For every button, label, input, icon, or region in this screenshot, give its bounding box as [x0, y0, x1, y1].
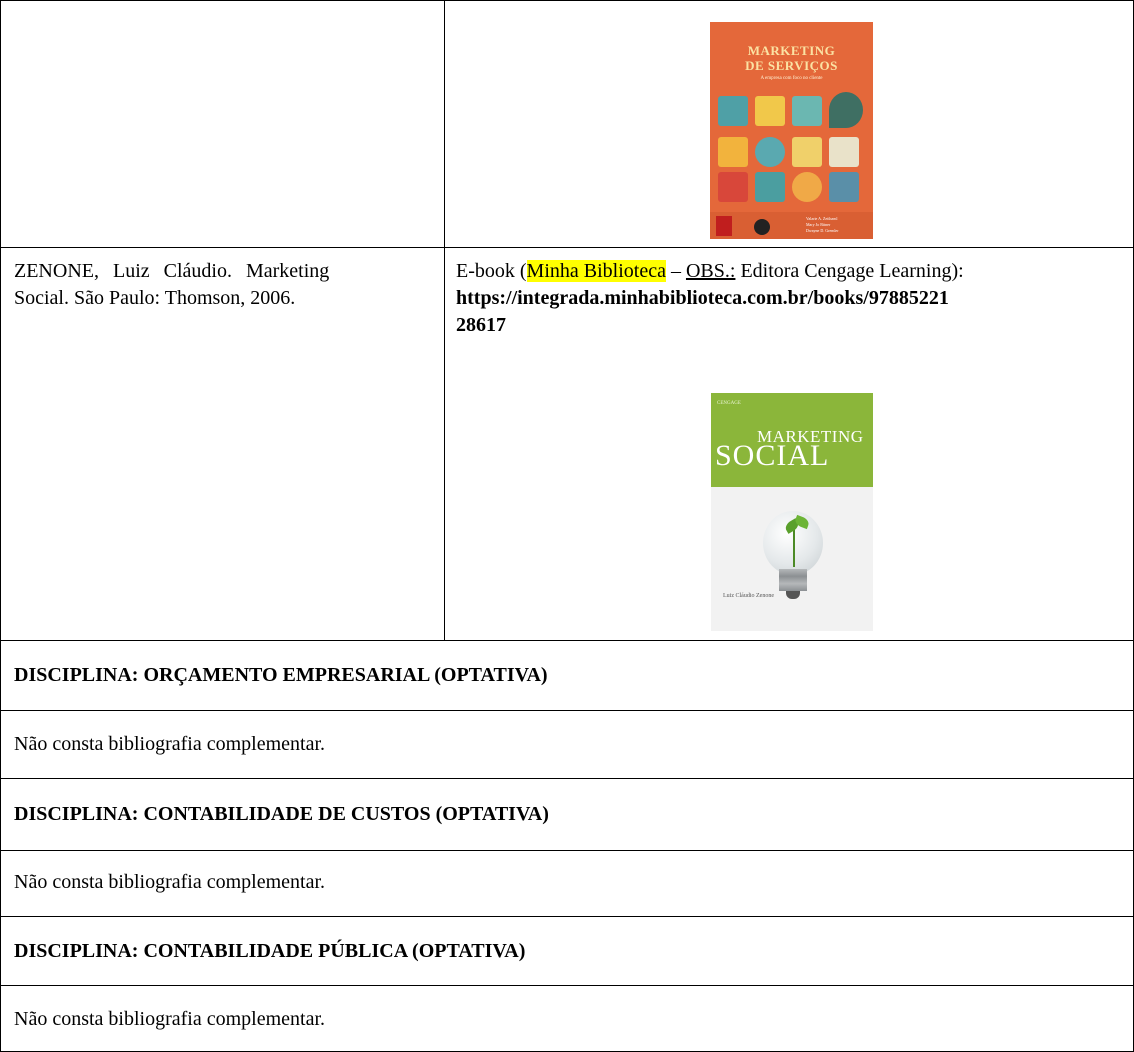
table-border-left: [0, 0, 1, 1052]
bulb-base-icon: [779, 569, 807, 591]
cover-tile-icon: [755, 96, 785, 126]
reference-line2: Social. São Paulo: Thomson, 2006.: [14, 287, 296, 309]
row-rule: [0, 710, 1134, 711]
bibliography-table: MARKETING DE SERVIÇOS A empresa com foco…: [0, 0, 1134, 1052]
cover-author: Dwayne D. Gremler: [806, 228, 839, 233]
row-rule: [0, 247, 1134, 248]
reference-line1: ZENONE, Luiz Cláudio. Marketing: [14, 258, 434, 285]
ebook-prefix: E-book (: [456, 260, 527, 282]
cover-subtitle: A empresa com foco no cliente: [760, 76, 823, 81]
cover-tile-icon: [792, 137, 822, 167]
cover-tile-icon: [755, 137, 785, 167]
section-body-publica: Não consta bibliografia complementar.: [14, 1008, 326, 1030]
cover-tile-icon: [829, 137, 859, 167]
bulb-tip-icon: [786, 591, 800, 599]
cover-publisher: CENGAGE: [717, 401, 741, 406]
cover-author: Luiz Cláudio Zenone: [723, 593, 774, 599]
row-rule: [0, 778, 1134, 779]
ebook-publisher: Editora Cengage Learning):: [735, 260, 964, 282]
row-rule: [0, 0, 1134, 1]
section-heading-publica: DISCIPLINA: CONTABILIDADE PÚBLICA (OPTAT…: [14, 940, 526, 962]
plant-stem-icon: [793, 527, 795, 567]
cover-title-line1: MARKETING: [747, 43, 836, 58]
column-divider: [444, 0, 445, 640]
cover-tile-icon: [829, 92, 863, 128]
cover-tile-icon: [718, 96, 748, 126]
row-rule: [0, 985, 1134, 986]
section-heading-orcamento: DISCIPLINA: ORÇAMENTO EMPRESARIAL (OPTAT…: [14, 664, 548, 686]
section-body-orcamento: Não consta bibliografia complementar.: [14, 733, 326, 755]
row-rule: [0, 850, 1134, 851]
cover-tile-icon: [718, 137, 748, 167]
ebook-url-line1[interactable]: https://integrada.minhabiblioteca.com.br…: [456, 285, 1126, 312]
ebook-dash: –: [665, 260, 686, 282]
edition-seal-icon: [754, 219, 770, 235]
cover-title-line2: SOCIAL: [715, 439, 830, 472]
book-cover-marketing-social: CENGAGE MARKETING SOCIAL Luiz Cláudio Ze…: [711, 393, 873, 631]
book-cover-marketing-servicos: MARKETING DE SERVIÇOS A empresa com foco…: [710, 22, 873, 239]
publisher-logo-icon: [716, 216, 732, 236]
row-rule: [0, 916, 1134, 917]
cover-tile-icon: [792, 96, 822, 126]
cover-tile-icon: [755, 172, 785, 202]
cover-title-line2: DE SERVIÇOS: [745, 58, 838, 73]
cover-tile-icon: [792, 172, 822, 202]
library-name-highlight: Minha Biblioteca: [526, 260, 666, 282]
cover-tile-icon: [718, 172, 748, 202]
ebook-url-line2[interactable]: 28617: [456, 312, 1126, 339]
section-heading-custos: DISCIPLINA: CONTABILIDADE DE CUSTOS (OPT…: [14, 803, 549, 825]
row-rule: [0, 640, 1134, 641]
reference-left-cell: ZENONE, Luiz Cláudio. Marketing Social. …: [14, 258, 434, 312]
reference-text-1: ZENONE, Luiz Cláudio. Marketing: [14, 260, 330, 282]
cover-authors: Valarie A. Zeithaml Mary Jo Bitner Dwayn…: [806, 216, 839, 234]
cover-footer: [710, 212, 873, 239]
ebook-right-cell: E-book (Minha Biblioteca – OBS.: Editora…: [456, 258, 1126, 339]
cover-tile-icon: [829, 172, 859, 202]
obs-label: OBS.:: [685, 260, 736, 282]
ebook-line: E-book (Minha Biblioteca – OBS.: Editora…: [456, 258, 1126, 285]
section-body-custos: Não consta bibliografia complementar.: [14, 871, 326, 893]
